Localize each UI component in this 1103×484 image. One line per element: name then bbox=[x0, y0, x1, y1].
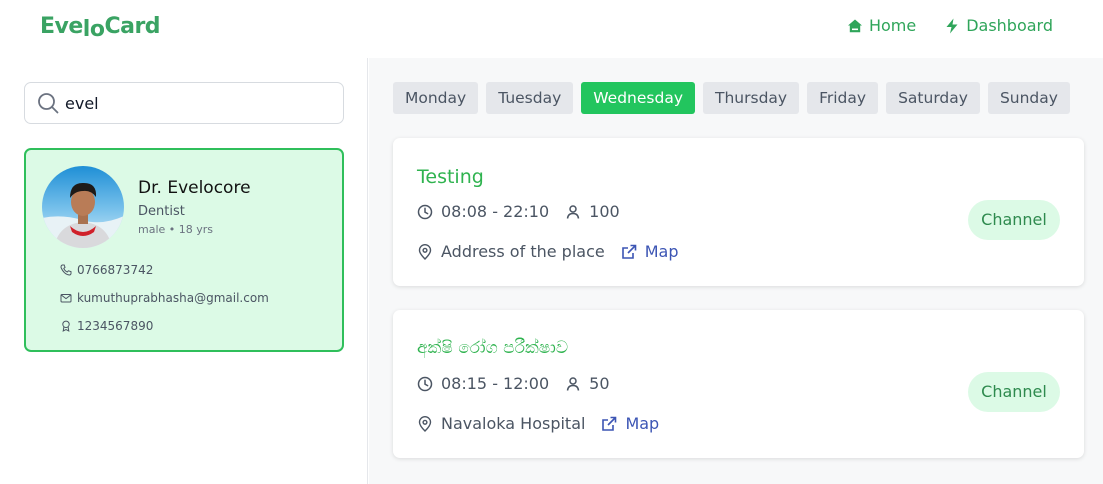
session-title: Testing bbox=[417, 166, 484, 188]
session-title: අක්ෂි රෝග පරීක්ෂාව bbox=[417, 338, 569, 358]
search-input[interactable] bbox=[65, 93, 325, 113]
doctor-card[interactable]: Dr. Evelocore Dentist male • 18 yrs 0766… bbox=[24, 148, 344, 352]
map-link-label: Map bbox=[644, 242, 679, 261]
logo-text-lo: lo bbox=[82, 17, 105, 42]
phone-icon bbox=[60, 264, 72, 276]
session-time-row: 08:08 - 22:10 100 bbox=[417, 202, 620, 221]
session-card: Testing 08:08 - 22:10 100 Address of the… bbox=[393, 138, 1084, 286]
main-nav: Home Dashboard bbox=[847, 16, 1053, 35]
map-link[interactable]: Map bbox=[621, 242, 679, 261]
tab-wednesday[interactable]: Wednesday bbox=[581, 82, 696, 114]
sidebar: Dr. Evelocore Dentist male • 18 yrs 0766… bbox=[0, 58, 368, 484]
logo-text-eve: Eve bbox=[40, 14, 83, 39]
tab-friday[interactable]: Friday bbox=[807, 82, 879, 114]
session-time: 08:08 - 22:10 bbox=[441, 202, 550, 221]
tab-thursday[interactable]: Thursday bbox=[703, 82, 800, 114]
search-icon bbox=[38, 93, 59, 114]
user-icon bbox=[566, 204, 580, 219]
channel-button[interactable]: Channel bbox=[968, 372, 1060, 412]
location-pin-icon bbox=[418, 415, 432, 432]
day-tabs: Monday Tuesday Wednesday Thursday Friday… bbox=[393, 82, 1070, 114]
registration-text: 1234567890 bbox=[77, 319, 154, 333]
external-link-icon bbox=[621, 244, 637, 259]
app-logo[interactable]: EveloCard bbox=[40, 14, 161, 42]
session-time: 08:15 - 12:00 bbox=[441, 374, 550, 393]
map-link[interactable]: Map bbox=[601, 414, 659, 433]
clock-icon bbox=[417, 204, 433, 219]
tab-sunday[interactable]: Sunday bbox=[987, 82, 1070, 114]
main-content: Monday Tuesday Wednesday Thursday Friday… bbox=[369, 58, 1103, 484]
nav-home-label: Home bbox=[868, 16, 917, 35]
tab-monday[interactable]: Monday bbox=[393, 82, 479, 114]
doctor-registration: 1234567890 bbox=[60, 319, 153, 333]
search-box[interactable] bbox=[24, 82, 344, 124]
doctor-specialty: Dentist bbox=[138, 204, 185, 219]
nav-home-link[interactable]: Home bbox=[847, 16, 916, 35]
tab-tuesday[interactable]: Tuesday bbox=[486, 82, 574, 114]
session-address: Navaloka Hospital bbox=[441, 414, 586, 433]
tab-saturday[interactable]: Saturday bbox=[886, 82, 980, 114]
session-capacity: 50 bbox=[589, 374, 610, 393]
session-address: Address of the place bbox=[441, 242, 605, 261]
email-text: kumuthuprabhasha@gmail.com bbox=[77, 291, 269, 305]
doctor-avatar bbox=[42, 166, 124, 248]
home-icon bbox=[847, 19, 862, 32]
logo-text-card: Card bbox=[104, 14, 161, 39]
map-link-label: Map bbox=[625, 414, 660, 433]
nav-dashboard-link[interactable]: Dashboard bbox=[944, 16, 1053, 35]
doctor-phone: 0766873742 bbox=[60, 263, 153, 277]
doctor-meta: male • 18 yrs bbox=[138, 223, 214, 236]
top-bar: EveloCard Home Dashboard bbox=[0, 0, 1103, 58]
location-pin-icon bbox=[418, 243, 432, 260]
email-icon bbox=[60, 294, 72, 303]
session-location-row: Address of the place Map bbox=[417, 242, 678, 261]
session-location-row: Navaloka Hospital Map bbox=[417, 414, 659, 433]
channel-button[interactable]: Channel bbox=[968, 200, 1060, 240]
doctor-email: kumuthuprabhasha@gmail.com bbox=[60, 291, 269, 305]
doctor-name: Dr. Evelocore bbox=[138, 178, 251, 198]
award-icon bbox=[62, 320, 70, 332]
lightning-icon bbox=[946, 18, 958, 33]
nav-dashboard-label: Dashboard bbox=[966, 16, 1053, 35]
external-link-icon bbox=[602, 416, 617, 431]
session-card: අක්ෂි රෝග පරීක්ෂාව 08:15 - 12:00 50 Nava… bbox=[393, 310, 1084, 458]
phone-text: 0766873742 bbox=[77, 263, 154, 277]
clock-icon bbox=[417, 376, 433, 391]
session-capacity: 100 bbox=[589, 202, 620, 221]
session-time-row: 08:15 - 12:00 50 bbox=[417, 374, 610, 393]
user-icon bbox=[566, 376, 580, 391]
